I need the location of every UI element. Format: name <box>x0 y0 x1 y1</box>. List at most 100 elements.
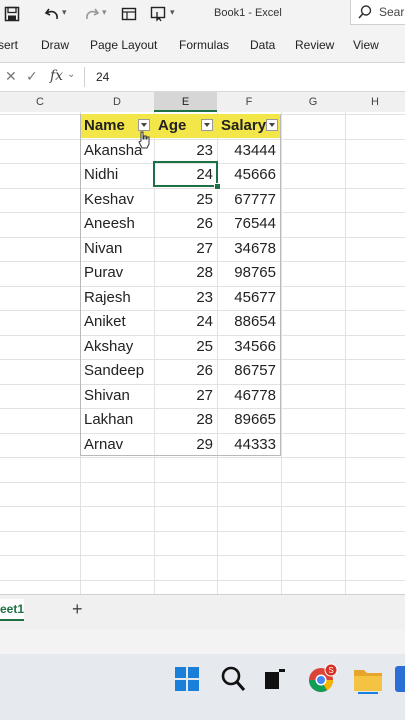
salary-cell[interactable]: 89665 <box>217 408 280 432</box>
fill-handle[interactable] <box>214 183 221 190</box>
tab-draw[interactable]: Draw <box>41 38 69 52</box>
sheet-tab-label: eet1 <box>0 602 24 616</box>
salary-cell[interactable]: 76544 <box>217 212 280 236</box>
column-header-f[interactable]: F <box>217 92 281 112</box>
redo-icon[interactable] <box>84 6 100 22</box>
undo-dropdown-icon[interactable]: ▾ <box>62 7 67 18</box>
formula-separator <box>84 67 85 87</box>
header-name-label: Name <box>84 117 125 134</box>
name-cell[interactable]: Keshav <box>80 188 154 212</box>
ribbon-tabs: sert Draw Page Layout Formulas Data Revi… <box>0 28 405 63</box>
hand-cursor-icon <box>138 131 150 149</box>
salary-cell[interactable]: 45666 <box>217 163 280 187</box>
header-salary-label: Salary <box>221 117 267 134</box>
task-view-icon[interactable] <box>263 666 287 692</box>
age-cell[interactable]: 25 <box>154 188 217 212</box>
column-header-e[interactable]: E <box>154 92 217 112</box>
column-header-g[interactable]: G <box>281 92 345 112</box>
salary-cell[interactable]: 43444 <box>217 139 280 163</box>
salary-cell[interactable]: 34566 <box>217 335 280 359</box>
name-cell[interactable]: Aniket <box>80 310 154 334</box>
header-salary-cell[interactable]: Salary <box>217 114 281 138</box>
salary-cell[interactable]: 88654 <box>217 310 280 334</box>
salary-cell[interactable]: 46778 <box>217 384 280 408</box>
tab-page-layout[interactable]: Page Layout <box>90 38 157 52</box>
salary-cell[interactable]: 34678 <box>217 237 280 261</box>
name-cell[interactable]: Aneesh <box>80 212 154 236</box>
app-icon[interactable] <box>395 666 405 692</box>
column-headers: C D E F G H <box>0 92 405 113</box>
search-icon[interactable] <box>220 665 246 693</box>
column-header-d[interactable]: D <box>80 92 154 112</box>
taskbar: S <box>0 654 405 720</box>
svg-text:S: S <box>328 666 333 675</box>
chrome-icon[interactable]: S <box>306 662 338 694</box>
age-cell[interactable]: 23 <box>154 139 217 163</box>
grid-column-line <box>281 112 282 594</box>
sheet-tab-active[interactable]: eet1 <box>0 599 24 621</box>
age-cell[interactable]: 26 <box>154 212 217 236</box>
start-icon[interactable] <box>174 666 200 692</box>
file-explorer-icon[interactable] <box>352 664 384 694</box>
tab-data[interactable]: Data <box>250 38 275 52</box>
age-cell[interactable]: 27 <box>154 384 217 408</box>
table-border-right <box>280 114 281 456</box>
salary-cell[interactable]: 44333 <box>217 433 280 457</box>
column-header-c[interactable]: C <box>0 92 80 112</box>
add-sheet-button[interactable]: + <box>72 599 83 620</box>
name-cell[interactable]: Arnav <box>80 433 154 457</box>
search-label: Sear <box>379 5 405 19</box>
worksheet-grid[interactable]: Name Age Salary Akansha 23 43444 Nidhi 24 456… <box>0 112 405 594</box>
tab-insert[interactable]: sert <box>0 38 18 52</box>
redo-dropdown-icon[interactable]: ▾ <box>102 7 107 18</box>
formula-input[interactable]: 24 <box>96 70 109 84</box>
name-cell[interactable]: Akshay <box>80 335 154 359</box>
grid-row-line <box>0 506 405 507</box>
age-cell[interactable]: 26 <box>154 359 217 383</box>
age-cell[interactable]: 24 <box>154 310 217 334</box>
chevron-down-icon[interactable]: ⌄ <box>67 69 75 80</box>
name-cell[interactable]: Sandeep <box>80 359 154 383</box>
table-border-bottom <box>80 455 281 456</box>
name-cell[interactable]: Lakhan <box>80 408 154 432</box>
formula-bar: ✕ ✓ fx ⌄ 24 <box>0 63 405 92</box>
age-cell[interactable]: 29 <box>154 433 217 457</box>
enter-icon[interactable]: ✓ <box>26 68 38 85</box>
tab-view[interactable]: View <box>353 38 379 52</box>
grid-row-line <box>0 482 405 483</box>
salary-cell[interactable]: 98765 <box>217 261 280 285</box>
age-cell[interactable]: 28 <box>154 261 217 285</box>
age-cell[interactable]: 25 <box>154 335 217 359</box>
name-cell[interactable]: Rajesh <box>80 286 154 310</box>
grid-column-line <box>345 112 346 594</box>
filter-dropdown-icon[interactable] <box>201 119 213 131</box>
header-age-label: Age <box>158 117 187 134</box>
insert-function-icon[interactable]: fx <box>50 68 63 84</box>
age-cell[interactable]: 28 <box>154 408 217 432</box>
save-icon[interactable] <box>4 6 20 22</box>
undo-icon[interactable] <box>44 6 60 22</box>
title-bar: ▾ ▾ ▾ Book1 - Excel Sear <box>0 0 405 28</box>
search-icon <box>358 5 372 19</box>
salary-cell[interactable]: 45677 <box>217 286 280 310</box>
name-cell[interactable]: Purav <box>80 261 154 285</box>
header-age-cell[interactable]: Age <box>154 114 217 138</box>
salary-cell[interactable]: 67777 <box>217 188 280 212</box>
tab-review[interactable]: Review <box>295 38 334 52</box>
age-cell[interactable]: 27 <box>154 237 217 261</box>
name-cell[interactable]: Nidhi <box>80 163 154 187</box>
cancel-icon[interactable]: ✕ <box>5 68 17 85</box>
filter-dropdown-icon[interactable] <box>266 119 278 131</box>
view-icon[interactable] <box>121 6 137 22</box>
name-cell[interactable]: Shivan <box>80 384 154 408</box>
age-cell[interactable]: 23 <box>154 286 217 310</box>
column-header-h[interactable]: H <box>345 92 405 112</box>
touch-mode-icon[interactable] <box>150 6 166 22</box>
window-title: Book1 - Excel <box>214 7 282 19</box>
active-cell[interactable] <box>153 161 218 187</box>
qat-dropdown-icon[interactable]: ▾ <box>170 7 175 18</box>
name-cell[interactable]: Nivan <box>80 237 154 261</box>
tab-formulas[interactable]: Formulas <box>179 38 229 52</box>
salary-cell[interactable]: 86757 <box>217 359 280 383</box>
search-box[interactable]: Sear <box>350 0 405 25</box>
